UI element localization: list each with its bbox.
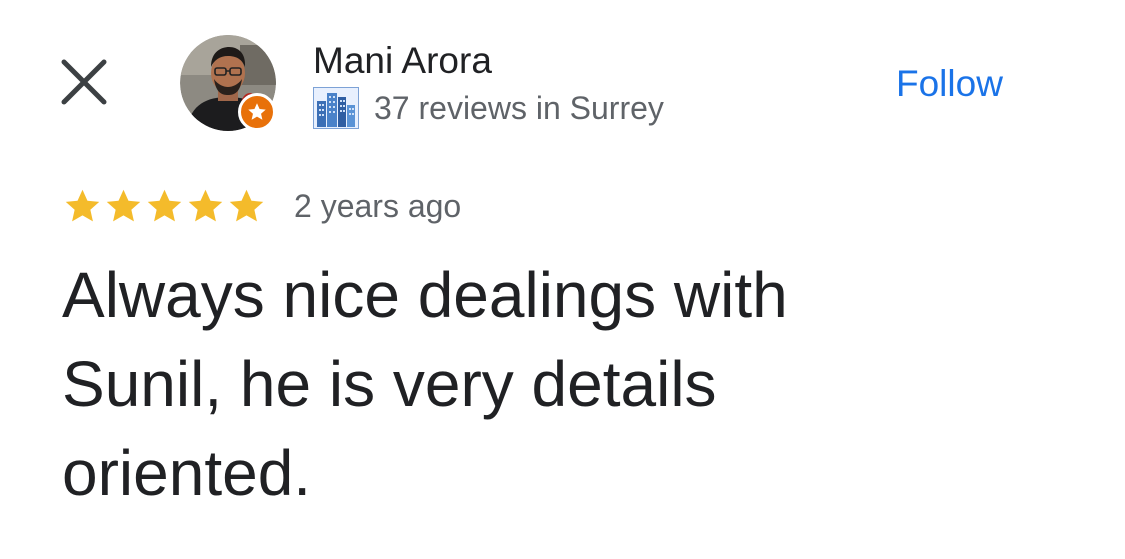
star-icon <box>65 189 100 221</box>
reviewer-meta: 37 reviews in Surrey <box>313 86 664 130</box>
city-buildings-icon <box>313 87 359 129</box>
star-icon <box>229 189 264 221</box>
follow-button[interactable]: Follow <box>896 58 1036 110</box>
review-time: 2 years ago <box>294 188 462 224</box>
star-icon <box>147 189 182 221</box>
review-detail-card: Mani Arora 37 reviews in Surrey Follow 2… <box>0 0 1125 559</box>
star-icon <box>106 189 141 221</box>
local-guide-badge <box>238 93 276 131</box>
review-body: Always nice dealings with Sunil, he is v… <box>62 259 788 509</box>
close-icon <box>61 59 107 105</box>
reviewer-name[interactable]: Mani Arora <box>313 38 492 84</box>
avatar[interactable] <box>180 35 278 133</box>
rating-row: 2 years ago <box>62 184 461 228</box>
star-icon <box>188 189 223 221</box>
star-rating <box>62 186 267 227</box>
local-guide-star-icon <box>248 103 266 120</box>
close-button[interactable] <box>60 58 110 108</box>
reviews-count-location: 37 reviews in Surrey <box>374 90 664 126</box>
